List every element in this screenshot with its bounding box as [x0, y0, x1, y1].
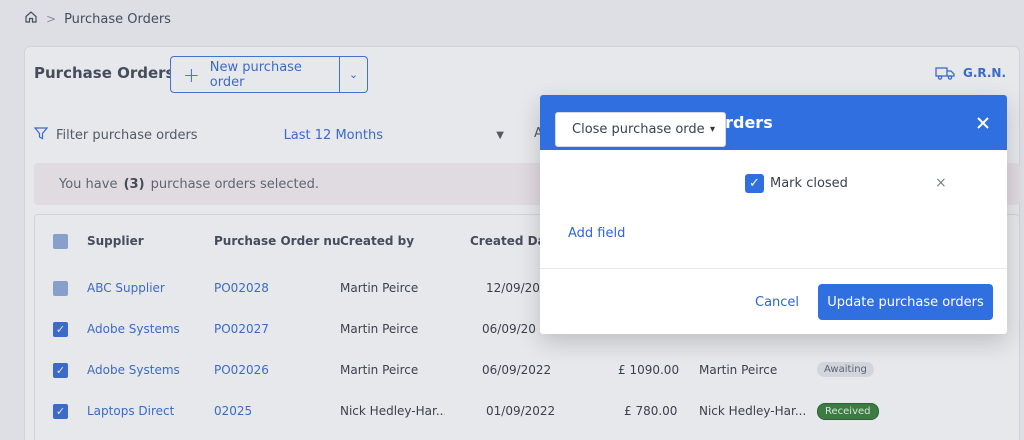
mark-closed-checkbox[interactable]: ✓: [745, 174, 764, 193]
chevron-down-icon: ▾: [709, 124, 715, 135]
update-purchase-orders-dialog: Update purchase orders Close purchase or…: [540, 95, 1007, 334]
cancel-button[interactable]: Cancel: [755, 295, 799, 310]
update-purchase-orders-button[interactable]: Update purchase orders: [818, 284, 993, 320]
add-field-link[interactable]: Add field: [568, 226, 625, 241]
field-select[interactable]: Close purchase orde ▾: [555, 112, 726, 147]
remove-field-icon[interactable]: ×: [935, 175, 947, 191]
close-icon[interactable]: [977, 112, 989, 134]
dialog-body: [540, 150, 1007, 269]
field-select-value: Close purchase orde: [572, 122, 705, 137]
mark-closed-label[interactable]: Mark closed: [770, 176, 848, 191]
